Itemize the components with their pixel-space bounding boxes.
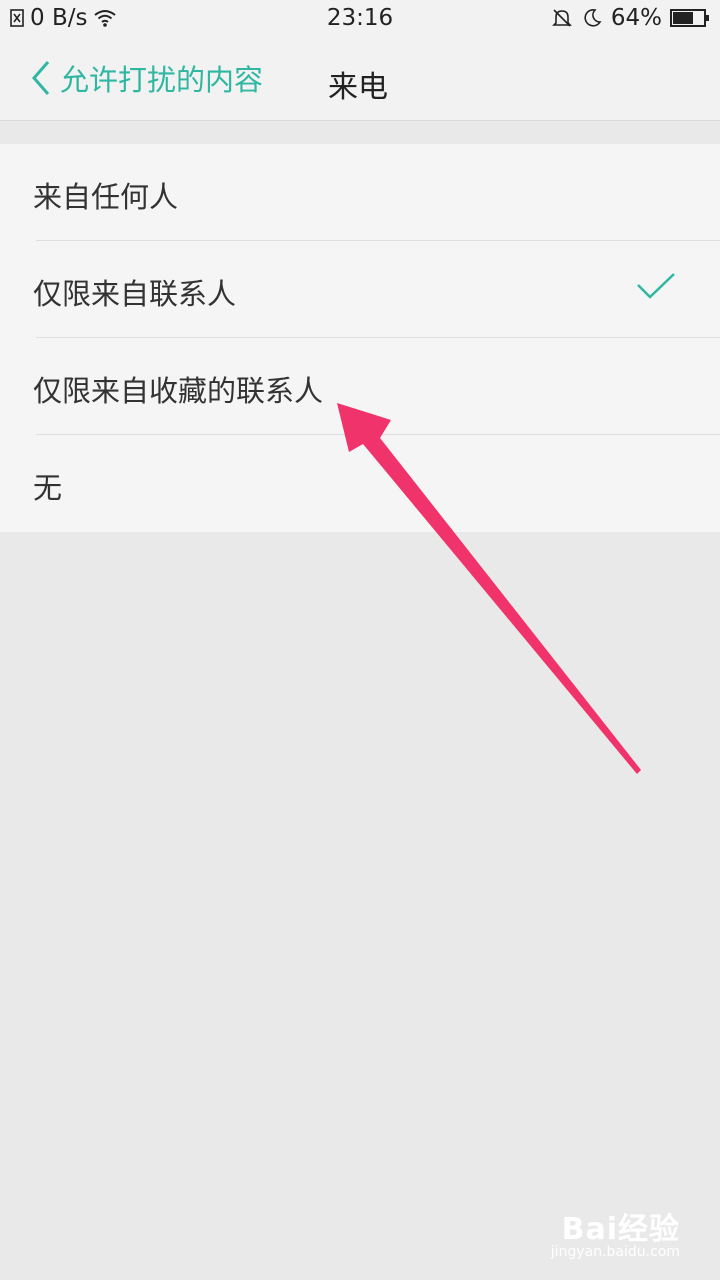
option-starred-contacts-only[interactable]: 仅限来自收藏的联系人 [0, 338, 720, 435]
chevron-left-icon [32, 61, 50, 95]
clock: 23:16 [326, 5, 394, 31]
option-label: 无 [33, 471, 63, 505]
battery-icon [670, 9, 709, 27]
option-contacts-only[interactable]: 仅限来自联系人 [0, 241, 720, 338]
moon-icon [584, 9, 602, 27]
option-anyone[interactable]: 来自任何人 [0, 144, 720, 241]
bell-muted-icon [551, 9, 572, 27]
option-none[interactable]: 无 [0, 435, 720, 532]
option-label: 来自任何人 [33, 180, 179, 214]
watermark-logo: Bai经验 jingyan.baidu.com [551, 1204, 680, 1260]
page-title: 来电 [328, 70, 388, 105]
app-bar: 允许打扰的内容 来电 [0, 38, 720, 121]
option-label: 仅限来自联系人 [33, 277, 237, 311]
check-icon [637, 273, 675, 299]
back-button[interactable]: 允许打扰的内容 [30, 52, 263, 104]
back-label: 允许打扰的内容 [60, 63, 264, 97]
watermark-url: jingyan.baidu.com [550, 1244, 680, 1260]
status-bar: 0 B/s 23:16 64% [0, 0, 720, 38]
battery-percent: 64% [610, 5, 662, 31]
option-list: 来自任何人 仅限来自联系人 仅限来自收藏的联系人 无 [0, 144, 720, 532]
watermark-brand: Bai经验 [561, 1212, 680, 1247]
option-label: 仅限来自收藏的联系人 [33, 374, 324, 408]
